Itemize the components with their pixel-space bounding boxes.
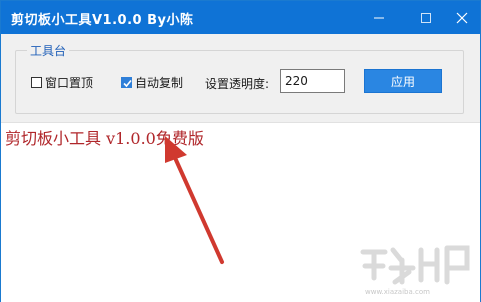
maximize-icon — [421, 12, 431, 23]
app-window: 剪切板小工具V1.0.0 By小陈 工具台 窗口置顶 自动复制 设置透明度: 2… — [0, 0, 481, 302]
minimize-button[interactable] — [361, 1, 397, 34]
toolbox-panel: 工具台 窗口置顶 自动复制 设置透明度: 应用 — [1, 34, 480, 122]
opacity-input[interactable] — [280, 69, 345, 93]
pin-top-label: 窗口置顶 — [45, 75, 94, 90]
apply-button[interactable]: 应用 — [364, 69, 442, 93]
minimize-icon — [374, 17, 384, 18]
clipboard-content-area[interactable]: 剪切板小工具 v1.0.0免费版 — [1, 122, 480, 302]
check-icon — [123, 79, 132, 87]
opacity-label: 设置透明度: — [205, 77, 270, 91]
pin-top-checkbox-box[interactable] — [31, 76, 42, 88]
close-button[interactable] — [444, 1, 480, 34]
toolbox-group-label: 工具台 — [27, 42, 70, 59]
pin-top-checkbox[interactable]: 窗口置顶 — [31, 74, 93, 90]
auto-copy-label: 自动复制 — [135, 75, 184, 90]
close-icon — [456, 12, 468, 23]
clipboard-content-text: 剪切板小工具 v1.0.0免费版 — [5, 129, 204, 148]
auto-copy-checkbox-box[interactable] — [121, 76, 132, 88]
maximize-button[interactable] — [408, 1, 444, 34]
window-title: 剪切板小工具V1.0.0 By小陈 — [11, 13, 194, 28]
title-bar[interactable]: 剪切板小工具V1.0.0 By小陈 — [1, 1, 480, 34]
auto-copy-checkbox[interactable]: 自动复制 — [121, 74, 183, 90]
